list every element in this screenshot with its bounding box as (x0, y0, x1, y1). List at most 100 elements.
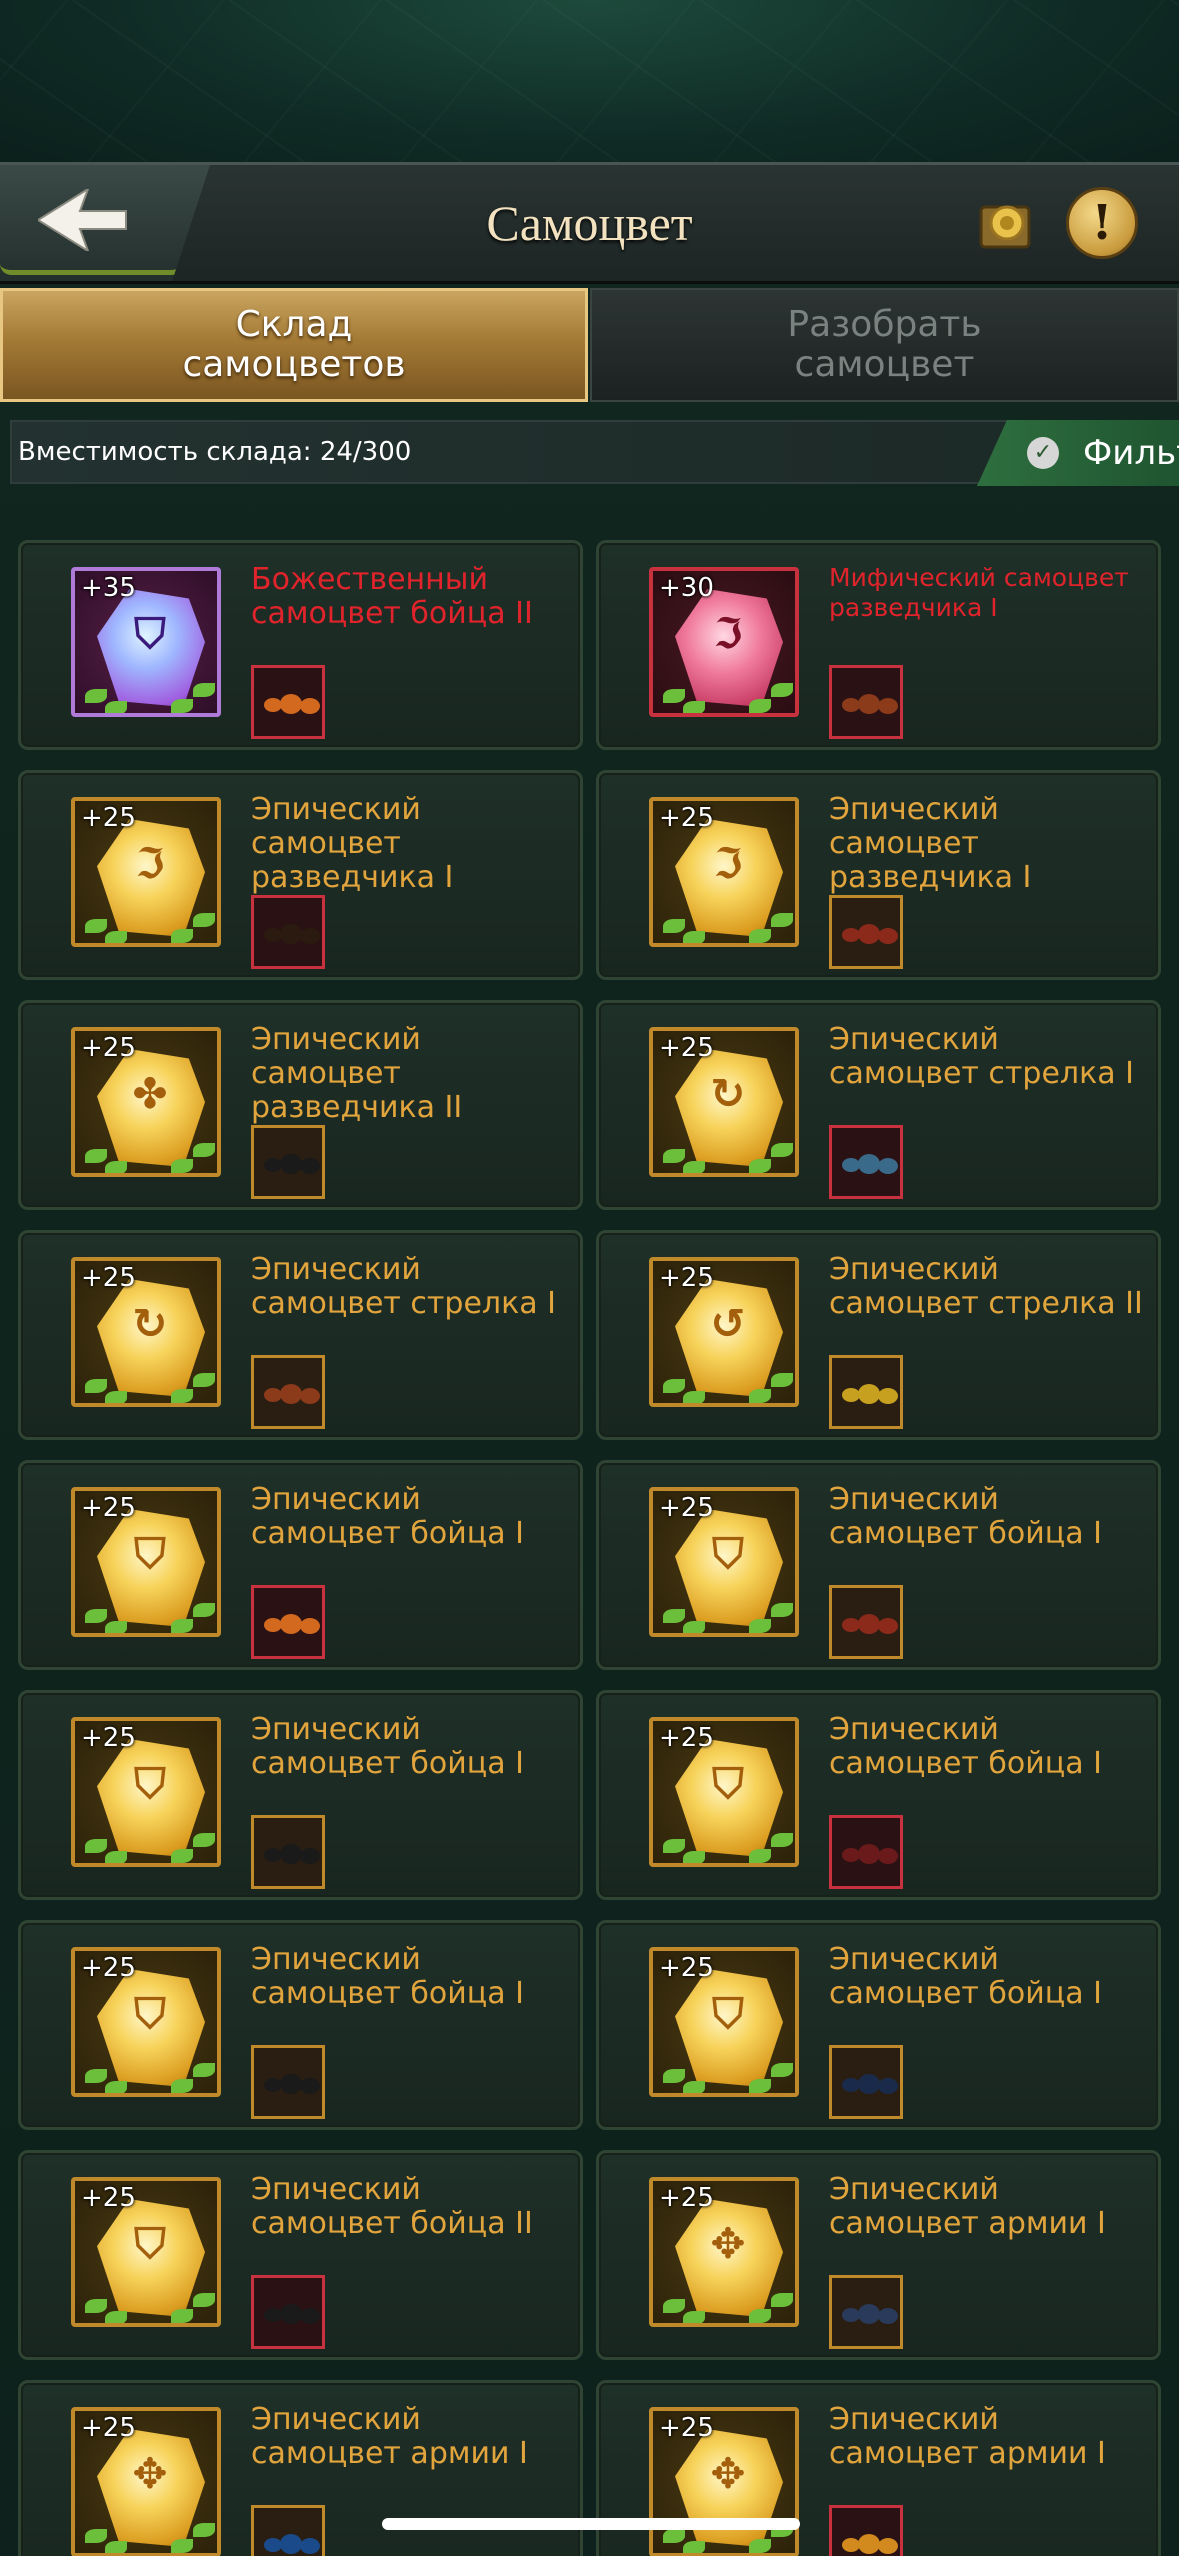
gem-level: +25 (81, 1033, 136, 1063)
leaf-decoration (171, 2309, 193, 2323)
gem-card[interactable]: ⛉ +35 Божественный самоцвет бойца II (18, 540, 583, 750)
gem-card[interactable]: ↻ +25 Эпический самоцвет стрелка I (18, 1230, 583, 1440)
gem-level: +25 (659, 1493, 714, 1523)
gem-glyph: ⛉ (134, 2219, 166, 2268)
leaf-decoration (771, 2293, 793, 2307)
gem-card[interactable]: ↺ +25 Эпический самоцвет стрелка II (596, 1230, 1161, 1440)
ant-segment (878, 928, 898, 944)
ant-type-icon (829, 1355, 903, 1429)
gem-glyph: ↻ (132, 1299, 168, 1348)
gem-card[interactable]: ⛉ +25 Эпический самоцвет бойца I (18, 1690, 583, 1900)
gem-icon: ✤ +25 (71, 1027, 221, 1177)
ant-type-icon (829, 2275, 903, 2349)
leaf-decoration (105, 701, 127, 713)
gem-glyph: ✥ (710, 2219, 746, 2268)
leaf-decoration (683, 931, 705, 943)
ant-segment (878, 1388, 898, 1404)
gem-name: Эпический самоцвет разведчика II (251, 1022, 463, 1125)
leaf-decoration (105, 931, 127, 943)
ant-segment (878, 2308, 898, 2324)
leaf-decoration (85, 919, 107, 933)
ant-segment (300, 928, 320, 944)
ant-segment (300, 2308, 320, 2324)
leaf-decoration (683, 1161, 705, 1173)
check-icon: ✓ (1027, 437, 1059, 469)
gem-name: Эпический самоцвет бойца I (251, 1942, 524, 2011)
gem-name: Мифический самоцвет разведчика I (829, 563, 1129, 622)
gem-glyph: ↻ (710, 1069, 746, 1118)
gem-card[interactable]: ⛉ +25 Эпический самоцвет бойца I (18, 1460, 583, 1670)
ant-segment (300, 1158, 320, 1174)
leaf-decoration (193, 1143, 215, 1157)
ant-type-icon (251, 1585, 325, 1659)
gem-card[interactable]: ⛉ +25 Эпический самоцвет бойца I (596, 1460, 1161, 1670)
gem-card[interactable]: ⛉ +25 Эпический самоцвет бойца I (596, 1920, 1161, 2130)
leaf-decoration (193, 2063, 215, 2077)
gem-icon: ℑ +30 (649, 567, 799, 717)
filter-button[interactable]: ✓ Фильт (977, 420, 1179, 486)
leaf-decoration (683, 1851, 705, 1863)
ant-segment (300, 2538, 320, 2554)
gem-card[interactable]: ℑ +25 Эпический самоцвет разведчика I (596, 770, 1161, 980)
ant-segment (280, 1154, 302, 1174)
back-button[interactable] (0, 165, 210, 281)
gem-name: Эпический самоцвет бойца II (251, 2172, 533, 2241)
gem-level: +25 (659, 1723, 714, 1753)
gem-name: Эпический самоцвет разведчика I (829, 792, 1032, 895)
gem-level: +25 (659, 2183, 714, 2213)
leaf-decoration (749, 1849, 771, 1863)
gem-level: +25 (81, 1723, 136, 1753)
ant-type-icon (251, 895, 325, 969)
ant-type-icon (829, 1125, 903, 1199)
gem-name: Эпический самоцвет армии I (829, 2402, 1106, 2471)
filter-label: Фильт (1083, 433, 1179, 473)
ant-segment (280, 2074, 302, 2094)
leaf-decoration (771, 1143, 793, 1157)
ant-segment (280, 924, 302, 944)
ant-segment (280, 1844, 302, 1864)
gem-name: Эпический самоцвет стрелка II (829, 1252, 1143, 1321)
gem-glyph: ⛉ (134, 1529, 166, 1578)
ant-type-icon (251, 2505, 325, 2556)
leaf-decoration (749, 2539, 771, 2553)
tab-label-line2: самоцвет (794, 344, 975, 385)
gem-card[interactable]: ↻ +25 Эпический самоцвет стрелка I (596, 1000, 1161, 1210)
gem-card[interactable]: ✥ +25 Эпический самоцвет армии I (596, 2150, 1161, 2360)
tab-gem-storage[interactable]: Склад самоцветов (0, 288, 588, 402)
leaf-decoration (105, 1161, 127, 1173)
gem-icon: ⛉ +25 (71, 1487, 221, 1637)
ant-segment (878, 2538, 898, 2554)
ant-segment (300, 1388, 320, 1404)
gem-card[interactable]: ✤ +25 Эпический самоцвет разведчика II (18, 1000, 583, 1210)
gem-icon: ℑ +25 (649, 797, 799, 947)
leaf-decoration (171, 1159, 193, 1173)
leaf-decoration (749, 1389, 771, 1403)
gem-glyph: ✥ (132, 2449, 168, 2498)
leaf-decoration (663, 919, 685, 933)
leaf-decoration (683, 2081, 705, 2093)
gem-card[interactable]: ⛉ +25 Эпический самоцвет бойца I (18, 1920, 583, 2130)
info-icon[interactable]: ! (1066, 187, 1138, 259)
leaf-decoration (171, 2079, 193, 2093)
gem-level: +25 (659, 803, 714, 833)
gem-icon: ⛉ +25 (649, 1947, 799, 2097)
gem-book-icon[interactable] (975, 195, 1039, 255)
tab-disassemble-gem[interactable]: Разобрать самоцвет (590, 288, 1179, 402)
gem-card[interactable]: ℑ +30 Мифический самоцвет разведчика I (596, 540, 1161, 750)
ant-type-icon (829, 1815, 903, 1889)
gem-card[interactable]: ⛉ +25 Эпический самоцвет бойца II (18, 2150, 583, 2360)
gem-glyph: ⛉ (712, 1989, 744, 2038)
leaf-decoration (771, 1373, 793, 1387)
leaf-decoration (105, 1391, 127, 1403)
ant-type-icon (829, 2505, 903, 2556)
gem-name: Эпический самоцвет разведчика I (251, 792, 454, 895)
leaf-decoration (193, 1833, 215, 1847)
gem-card[interactable]: ⛉ +25 Эпический самоцвет бойца I (596, 1690, 1161, 1900)
ant-segment (280, 1614, 302, 1634)
home-indicator[interactable] (382, 2518, 800, 2530)
ant-segment (858, 1384, 880, 1404)
leaf-decoration (749, 929, 771, 943)
gem-name: Эпический самоцвет стрелка I (251, 1252, 556, 1321)
ant-type-icon (829, 665, 903, 739)
gem-card[interactable]: ℑ +25 Эпический самоцвет разведчика I (18, 770, 583, 980)
